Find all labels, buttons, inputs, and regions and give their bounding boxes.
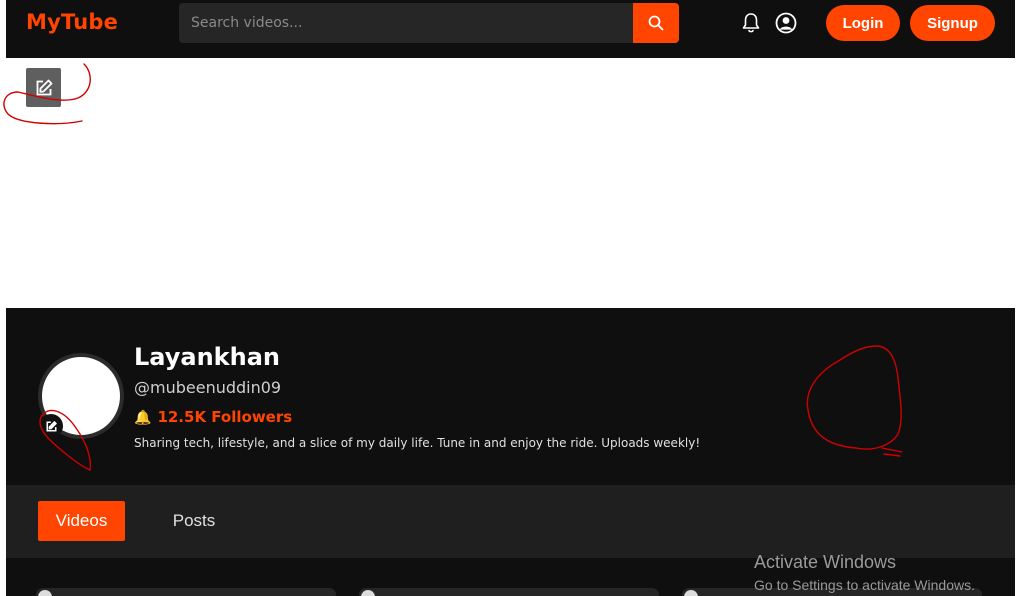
edit-icon [45,420,57,432]
search-box [179,3,633,43]
tabs-bar: Videos Posts [6,485,1015,558]
cover-edit-button[interactable] [26,68,61,107]
avatar [38,590,52,596]
windows-watermark-subtitle: Go to Settings to activate Windows. [754,577,975,593]
login-button[interactable]: Login [826,5,900,41]
followers-label: 12.5K Followers [157,408,293,426]
bell-icon: 🔔 [134,410,152,426]
avatar [684,590,698,596]
followers-count: 🔔 12.5K Followers [134,408,292,426]
search-icon [648,15,664,31]
avatar-edit-button[interactable] [39,414,63,438]
search-input[interactable] [179,3,631,43]
channel-handle: @mubeenuddin09 [134,378,282,397]
user-circle-icon[interactable] [775,12,797,34]
search-button[interactable] [633,3,679,43]
navbar: MyTube Login Signup [6,0,1015,58]
logo[interactable]: MyTube [26,10,118,34]
page: MyTube Login Signup [6,0,1015,596]
bell-icon[interactable] [741,12,761,34]
channel-bio: Sharing tech, lifestyle, and a slice of … [134,436,701,450]
cover-banner [6,58,1015,308]
windows-watermark-title: Activate Windows [754,552,897,572]
signup-button[interactable]: Signup [910,5,995,41]
edit-icon [36,79,52,95]
avatar [361,590,375,596]
tab-videos[interactable]: Videos [38,501,125,541]
video-card[interactable] [359,588,659,596]
tab-posts[interactable]: Posts [151,501,237,541]
channel-name: Layankhan [134,343,281,371]
video-card[interactable] [36,588,336,596]
right-edge-strip [1015,0,1019,596]
profile-header: Layankhan @mubeenuddin09 🔔 12.5K Follower… [6,308,1015,485]
